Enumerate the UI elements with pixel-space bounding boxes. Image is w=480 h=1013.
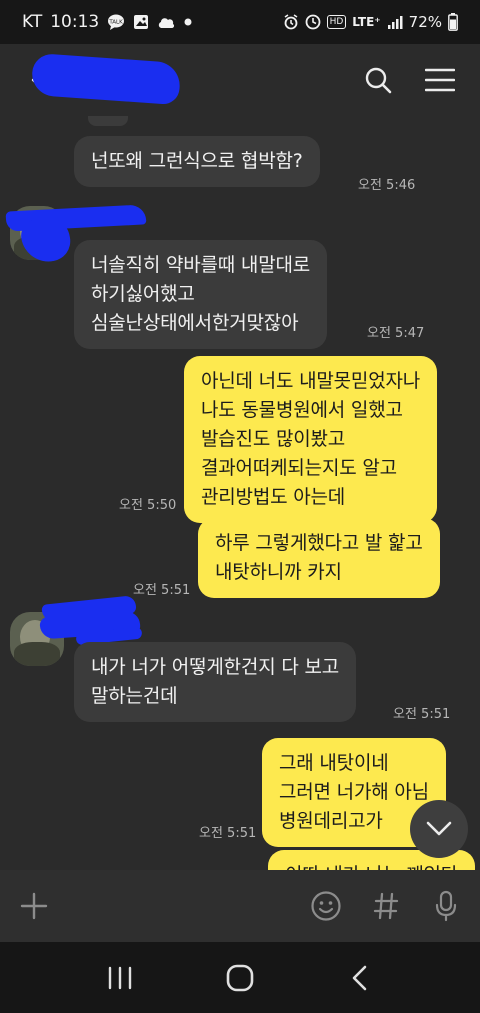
mic-icon[interactable]: [430, 890, 462, 922]
menu-icon[interactable]: [424, 64, 456, 96]
recents-icon[interactable]: [100, 958, 140, 998]
message-time: 오전 5:51: [393, 707, 451, 722]
battery-icon: [448, 13, 458, 31]
plus-icon[interactable]: [18, 890, 50, 922]
nav-back-icon[interactable]: [340, 958, 380, 998]
clock-icon: [305, 14, 321, 30]
svg-text:TALK: TALK: [109, 20, 124, 26]
clock: 10:13: [50, 12, 100, 32]
message-time: 오전 5:51: [199, 826, 257, 841]
emoji-icon[interactable]: [310, 890, 342, 922]
redacted-chat-name: [30, 52, 182, 106]
message-bubble-out[interactable]: 아닌데 너도 내말못믿었자나 나도 동물병원에서 일했고 발습진도 많이봤고 결…: [184, 356, 438, 523]
battery-label: 72%: [408, 13, 442, 31]
message-time: 오전 5:47: [367, 326, 425, 341]
network-label: LTE⁺: [352, 15, 381, 29]
status-bar: KT 10:13 TALK HD LTE⁺ 72%: [0, 0, 480, 44]
chevron-down-icon: [426, 821, 452, 836]
message-time: 오전 5:51: [133, 583, 191, 598]
message-bubble-in[interactable]: 너솔직히 약바를때 내말대로 하기싫어했고 심술난상태에서한거맞잖아: [74, 240, 328, 349]
message-time: 오전 5:50: [119, 498, 177, 513]
message-bubble-in[interactable]: 넌또왜 그런식으로 협박함?: [74, 136, 320, 187]
system-navigation-bar: [0, 942, 480, 1013]
message-bubble-out[interactable]: 하루 그렇게했다고 발 핥고 내탓하니까 카지: [198, 518, 440, 598]
dot-icon: [183, 17, 193, 27]
chat-area[interactable]: 넌또왜 그런식으로 협박함? 오전 5:46 너솔직히 약바를때 내말대로 하기…: [0, 116, 480, 870]
message-input-bar: [0, 870, 480, 942]
talk-icon: TALK: [107, 14, 125, 30]
signal-icon: [387, 15, 403, 29]
previous-message-bubble: [88, 116, 128, 126]
alarm-icon: [283, 14, 299, 30]
scroll-to-bottom-button[interactable]: [410, 800, 468, 858]
hash-icon[interactable]: [370, 890, 402, 922]
message-bubble-in[interactable]: 내가 너가 어떻게한건지 다 보고 말하는건데: [74, 642, 356, 722]
message-time: 오전 5:46: [358, 178, 416, 193]
carrier-label: KT: [22, 12, 43, 32]
home-icon[interactable]: [220, 958, 260, 998]
gallery-icon: [133, 14, 149, 30]
chat-header: [0, 44, 480, 116]
search-icon[interactable]: [362, 64, 394, 96]
hd-badge: HD: [326, 15, 347, 29]
cloud-icon: [157, 15, 175, 29]
